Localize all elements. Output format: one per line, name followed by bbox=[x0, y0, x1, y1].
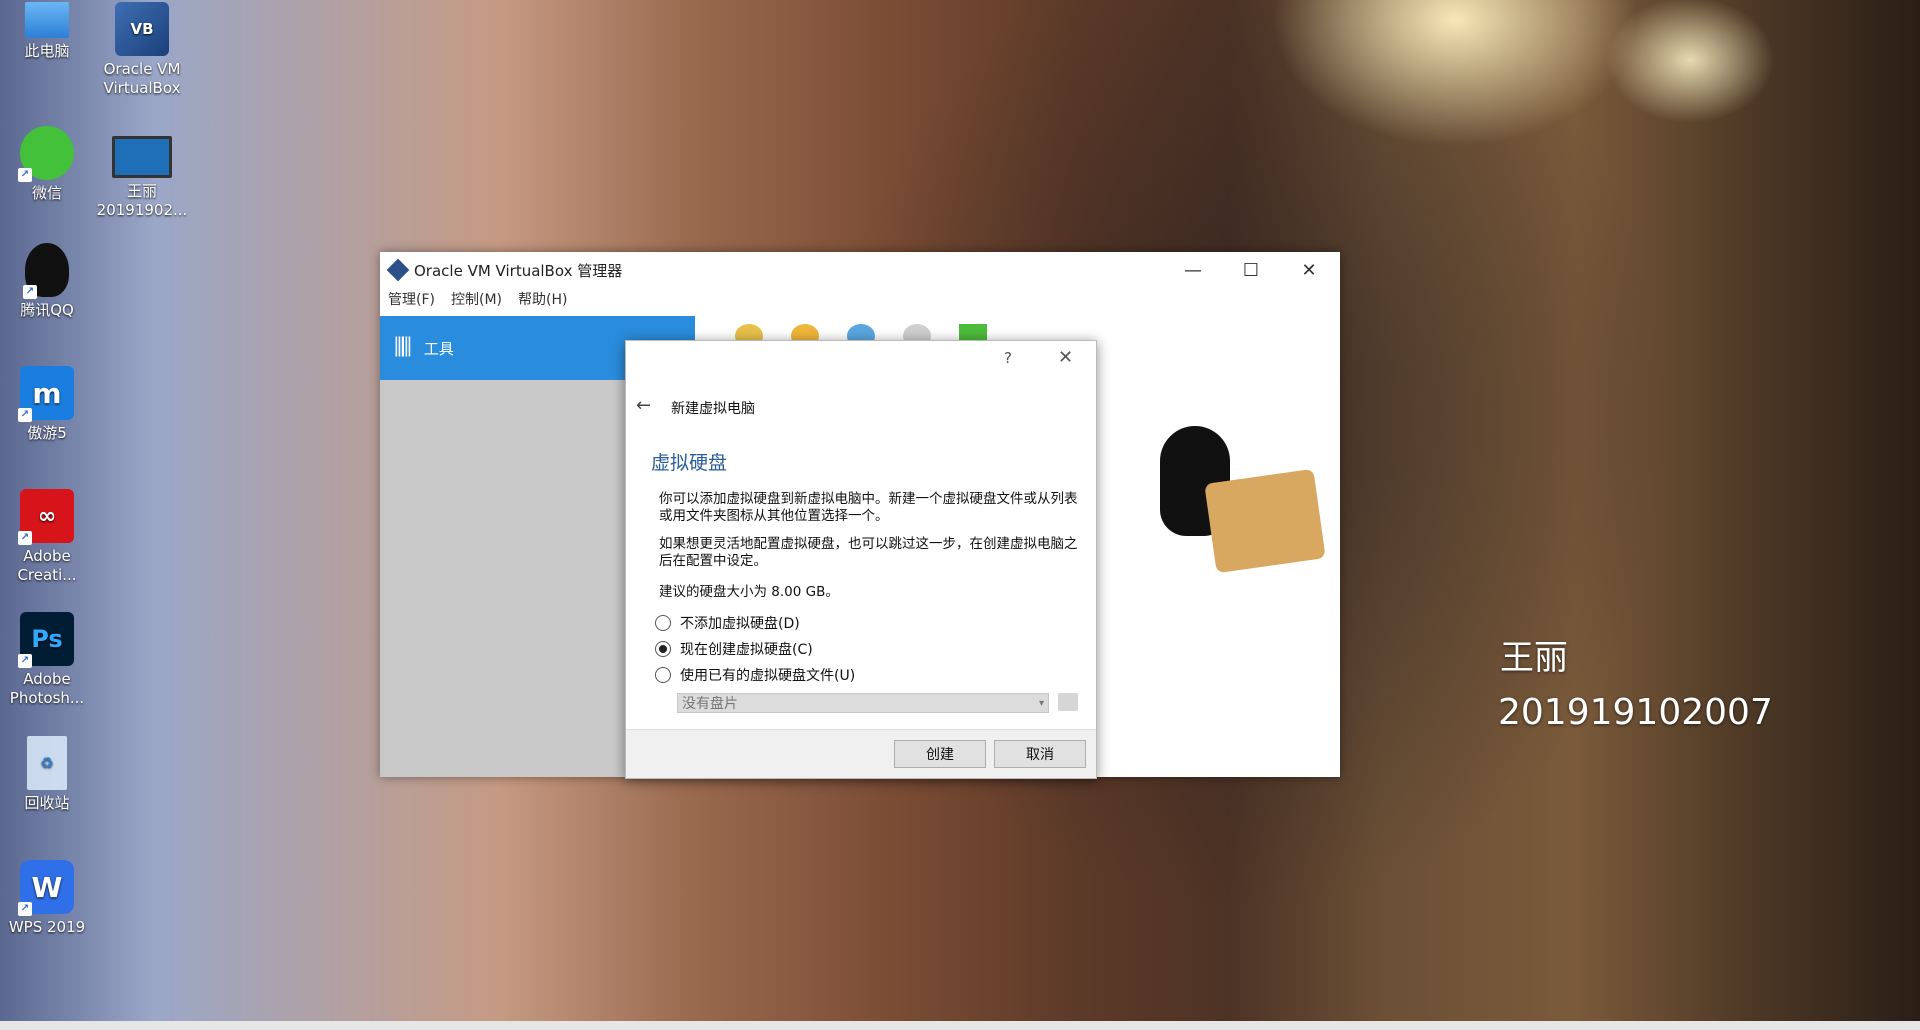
disk-select-value: 没有盘片 bbox=[682, 696, 738, 712]
radio-label: 现在创建虚拟硬盘(C) bbox=[680, 642, 813, 658]
desktop-icon-video-file[interactable]: 王丽 20191902... bbox=[95, 136, 189, 220]
desktop-icon-virtualbox[interactable]: VB Oracle VM VirtualBox bbox=[95, 2, 189, 98]
radio-button[interactable] bbox=[655, 667, 671, 683]
computer-icon bbox=[25, 2, 69, 38]
shortcut-arrow-icon: ↗ bbox=[18, 902, 32, 916]
desktop-icon-photoshop[interactable]: Ps ↗ Adobe Photosh... bbox=[0, 612, 94, 708]
desktop-icon-wechat[interactable]: ↗ 微信 bbox=[0, 126, 94, 203]
welcome-illustration bbox=[1150, 416, 1330, 586]
chevron-down-icon: ▾ bbox=[1038, 698, 1044, 709]
overlay-name: 王丽 bbox=[1500, 638, 1568, 678]
desktop-icon-label: 王丽 20191902... bbox=[96, 182, 188, 219]
recommended-size-text: 建议的硬盘大小为 8.00 GB。 bbox=[659, 584, 839, 600]
radio-label: 使用已有的虚拟硬盘文件(U) bbox=[680, 668, 856, 684]
wps-icon: W ↗ bbox=[18, 860, 74, 916]
desktop-icon-label: 此电脑 bbox=[24, 42, 70, 60]
shortcut-arrow-icon: ↗ bbox=[18, 654, 32, 668]
radio-create-disk[interactable]: 现在创建虚拟硬盘(C) bbox=[655, 639, 813, 659]
shortcut-arrow-icon: ↗ bbox=[18, 168, 32, 182]
menu-bar: 管理(F) 控制(M) 帮助(H) bbox=[380, 288, 1340, 310]
recycle-bin-icon: ♻ bbox=[27, 736, 67, 790]
folder-browse-icon bbox=[1058, 693, 1078, 711]
dialog-header: 新建虚拟电脑 bbox=[671, 401, 755, 417]
menu-help[interactable]: 帮助(H) bbox=[518, 289, 567, 309]
menu-control[interactable]: 控制(M) bbox=[451, 289, 502, 309]
desktop-icon-wps[interactable]: W ↗ WPS 2019 bbox=[0, 860, 94, 937]
video-file-icon bbox=[112, 136, 172, 178]
description-text-2: 如果想更灵活地配置虚拟硬盘，也可以跳过这一步，在创建虚拟电脑之后在配置中设定。 bbox=[659, 536, 1078, 569]
photoshop-icon: Ps ↗ bbox=[18, 612, 74, 668]
tools-icon: ⫴⫴ bbox=[394, 332, 412, 363]
dialog-close-button[interactable]: ✕ bbox=[1058, 347, 1073, 368]
maxthon-icon: m ↗ bbox=[18, 366, 74, 422]
cancel-button[interactable]: 取消 bbox=[994, 740, 1086, 768]
virtualbox-icon: VB bbox=[115, 2, 169, 56]
desktop-icon-this-pc[interactable]: 此电脑 bbox=[0, 2, 94, 61]
adobe-cc-icon: ∞ ↗ bbox=[18, 489, 74, 545]
section-title: 虚拟硬盘 bbox=[651, 452, 728, 474]
desktop-icon-label: 回收站 bbox=[24, 794, 70, 812]
overlay-id: 201919102007 bbox=[1498, 692, 1773, 733]
back-arrow-icon[interactable]: ← bbox=[636, 395, 651, 416]
virtualbox-logo-icon bbox=[386, 258, 410, 282]
tools-label: 工具 bbox=[423, 339, 454, 358]
radio-label: 不添加虚拟硬盘(D) bbox=[680, 616, 800, 632]
close-button[interactable]: ✕ bbox=[1280, 252, 1338, 288]
shortcut-arrow-icon: ↗ bbox=[23, 285, 37, 299]
help-button[interactable]: ? bbox=[1004, 349, 1012, 367]
wechat-icon: ↗ bbox=[18, 126, 74, 182]
toolbox-icon bbox=[1204, 468, 1326, 574]
desktop-icon-label: Adobe Creati... bbox=[17, 547, 77, 584]
dialog-footer: 创建 取消 bbox=[626, 729, 1096, 778]
desktop-icon-label: 腾讯QQ bbox=[20, 301, 74, 319]
disk-select: 没有盘片 ▾ bbox=[677, 693, 1049, 713]
taskbar bbox=[0, 1021, 1920, 1030]
desktop-icon-adobe-cc[interactable]: ∞ ↗ Adobe Creati... bbox=[0, 489, 94, 585]
desktop-icon-label: 傲游5 bbox=[27, 424, 67, 442]
desktop-icon-maxthon[interactable]: m ↗ 傲游5 bbox=[0, 366, 94, 443]
desktop-icon-recycle-bin[interactable]: ♻ 回收站 bbox=[0, 736, 94, 813]
minimize-button[interactable]: — bbox=[1164, 252, 1222, 288]
maximize-button[interactable]: ☐ bbox=[1222, 252, 1280, 288]
desktop-icon-qq[interactable]: ↗ 腾讯QQ bbox=[0, 243, 94, 320]
radio-no-disk[interactable]: 不添加虚拟硬盘(D) bbox=[655, 613, 800, 633]
radio-button[interactable] bbox=[655, 615, 671, 631]
desktop-icon-label: Adobe Photosh... bbox=[9, 670, 85, 707]
radio-existing-disk[interactable]: 使用已有的虚拟硬盘文件(U) bbox=[655, 665, 855, 685]
radio-button[interactable] bbox=[655, 641, 671, 657]
shortcut-arrow-icon: ↗ bbox=[18, 408, 32, 422]
desktop-icon-label: 微信 bbox=[31, 184, 62, 202]
shortcut-arrow-icon: ↗ bbox=[18, 531, 32, 545]
desktop-icon-label: WPS 2019 bbox=[8, 918, 86, 936]
desktop-icon-label: Oracle VM VirtualBox bbox=[103, 60, 181, 97]
description-text-1: 你可以添加虚拟硬盘到新虚拟电脑中。新建一个虚拟硬盘文件或从列表或用文件夹图标从其… bbox=[659, 491, 1078, 524]
menu-manage[interactable]: 管理(F) bbox=[388, 289, 435, 309]
qq-icon: ↗ bbox=[23, 243, 69, 299]
window-title: Oracle VM VirtualBox 管理器 bbox=[414, 261, 623, 280]
new-vm-dialog: ? ✕ ← 新建虚拟电脑 虚拟硬盘 你可以添加虚拟硬盘到新虚拟电脑中。新建一个虚… bbox=[625, 340, 1097, 779]
create-button[interactable]: 创建 bbox=[894, 740, 986, 768]
